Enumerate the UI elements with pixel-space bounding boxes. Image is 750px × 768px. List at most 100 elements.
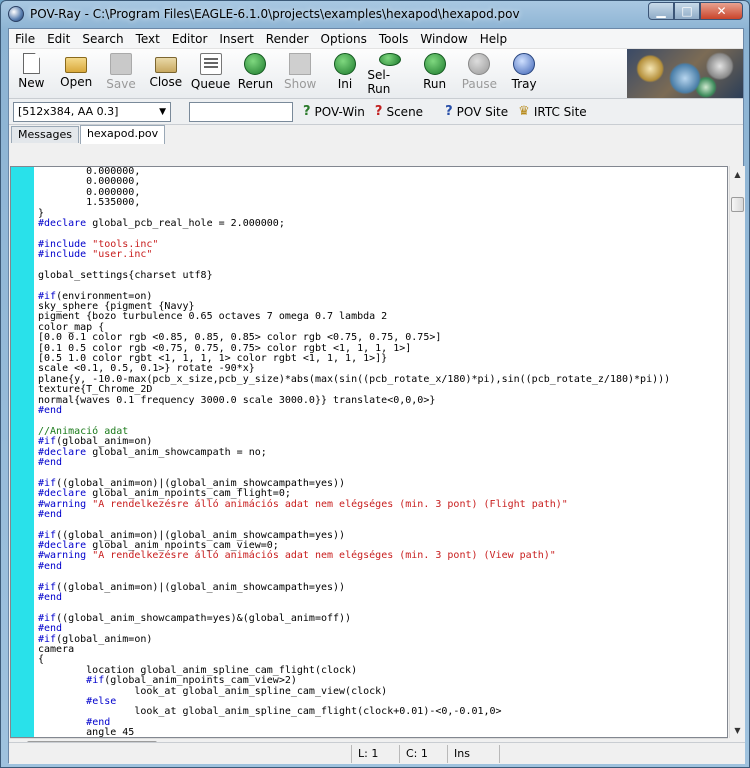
help-question-icon: ? <box>303 104 311 119</box>
menu-tools[interactable]: Tools <box>373 29 415 49</box>
title-bar[interactable]: POV-Ray - C:\Program Files\EAGLE-6.1.0\p… <box>1 1 749 27</box>
menu-edit[interactable]: Edit <box>41 29 76 49</box>
ini-run-icon <box>333 53 356 75</box>
pov-site-button[interactable]: ? POV Site <box>445 104 508 119</box>
trophy-icon: ♛ <box>518 104 530 119</box>
show-button[interactable]: Show <box>278 52 323 96</box>
code-line: #end <box>86 716 111 728</box>
code-line: look_at global_anim_spline_cam_flight(cl… <box>38 706 502 718</box>
client-area: File Edit Search Text Editor Insert Rend… <box>8 28 745 764</box>
new-file-icon <box>22 53 40 74</box>
window-title: POV-Ray - C:\Program Files\EAGLE-6.1.0\p… <box>30 7 520 21</box>
menu-text[interactable]: Text <box>130 29 166 49</box>
save-button[interactable]: Save <box>99 52 144 96</box>
close-window-button[interactable]: ✕ <box>700 2 743 20</box>
rerun-button[interactable]: Rerun <box>233 52 278 96</box>
code-line: global_settings{charset utf8} <box>38 269 213 281</box>
code-line: #if(global_anim=on) <box>38 436 153 448</box>
menu-render[interactable]: Render <box>260 29 315 49</box>
code-line: #if(global_anim=on) <box>38 633 153 645</box>
secondary-toolbar: [512x384, AA 0.3] ▼ ? POV-Win ? Scene ? POV… <box>9 99 743 125</box>
render-preset-select[interactable]: [512x384, AA 0.3] ▼ <box>13 101 171 122</box>
close-folder-icon <box>154 57 177 73</box>
editor-gutter <box>11 167 34 737</box>
sel-run-icon <box>378 53 401 66</box>
code-line: #declare global_anim_showcampath = no; <box>38 446 267 458</box>
code-line: #declare global_pcb_real_hole = 2.000000… <box>38 217 285 229</box>
status-line: L: 1 <box>351 744 399 763</box>
menu-options[interactable]: Options <box>315 29 373 49</box>
help-question-icon: ? <box>374 104 383 119</box>
code-text-area[interactable]: 0.000000, 0.000000, 0.000000, 1.535000,}… <box>38 167 727 737</box>
menu-help[interactable]: Help <box>474 29 513 49</box>
code-line: #warning "A rendelkezésre álló animációs… <box>38 550 556 562</box>
ini-button[interactable]: Ini <box>323 52 368 96</box>
code-line: #if(global_anim_npoints_cam_view>2) <box>86 675 297 687</box>
status-column: C: 1 <box>399 744 447 763</box>
menu-file[interactable]: File <box>9 29 41 49</box>
code-line: pigment {bozo turbulence 0.65 octaves 7 … <box>38 311 388 323</box>
pause-button[interactable]: Pause <box>457 52 502 96</box>
code-line: angle 45 <box>38 727 135 737</box>
status-message <box>9 745 351 763</box>
code-line: #end <box>38 404 63 416</box>
menu-editor[interactable]: Editor <box>166 29 214 49</box>
povray-banner-image <box>627 49 743 98</box>
editor-tabs: Messages hexapod.pov <box>9 125 743 144</box>
code-line: normal{waves 0.1 frequency 3000.0 scale … <box>38 394 436 406</box>
show-icon <box>289 53 312 75</box>
main-toolbar: New Open Save Close Queue Rerun Show Ini… <box>9 49 743 99</box>
menu-insert[interactable]: Insert <box>213 29 259 49</box>
povwin-help-button[interactable]: ? POV-Win <box>303 104 365 119</box>
status-insert-mode: Ins <box>447 744 499 763</box>
code-line: #end <box>38 508 63 520</box>
queue-button[interactable]: Queue <box>188 52 233 96</box>
status-extra <box>499 744 745 763</box>
minimize-button[interactable]: ▁ <box>648 2 674 20</box>
new-button[interactable]: New <box>9 52 54 96</box>
menu-bar: File Edit Search Text Editor Insert Rend… <box>9 29 743 49</box>
povray-app-icon[interactable] <box>8 6 24 22</box>
tab-hexapod-pov[interactable]: hexapod.pov <box>79 125 166 144</box>
maximize-button[interactable]: □ <box>674 2 700 20</box>
run-icon <box>423 53 446 75</box>
tray-icon <box>513 53 536 75</box>
run-button[interactable]: Run <box>412 52 457 96</box>
queue-list-icon <box>199 53 222 75</box>
scroll-down-icon[interactable]: ▼ <box>730 722 745 738</box>
code-line: #end <box>38 560 63 572</box>
code-line: 0.000000, <box>38 176 141 188</box>
vertical-scrollbar[interactable]: ▲ ▼ <box>729 166 745 738</box>
code-line: 1.535000, <box>38 197 141 209</box>
code-line: #include "user.inc" <box>38 249 153 261</box>
status-bar: L: 1 C: 1 Ins <box>9 742 745 764</box>
code-line: #if((global_anim=on)|(global_anim_showca… <box>38 581 346 593</box>
code-line: camera <box>38 643 75 655</box>
menu-window[interactable]: Window <box>414 29 473 49</box>
open-button[interactable]: Open <box>54 52 99 96</box>
tray-button[interactable]: Tray <box>502 52 547 96</box>
code-line: #warning "A rendelkezésre álló animációs… <box>38 498 568 510</box>
command-line-input[interactable] <box>189 101 293 122</box>
irtc-site-button[interactable]: ♛ IRTC Site <box>518 104 587 119</box>
code-line: #end <box>38 592 63 604</box>
scroll-up-icon[interactable]: ▲ <box>730 166 745 182</box>
tab-messages[interactable]: Messages <box>11 126 79 143</box>
menu-search[interactable]: Search <box>76 29 129 49</box>
code-line: look_at global_anim_spline_cam_view(cloc… <box>38 685 388 697</box>
save-icon <box>109 53 132 75</box>
code-line: #if((global_anim_showcampath=yes)&(globa… <box>38 612 352 624</box>
code-line: 0.000000, <box>38 167 141 177</box>
chevron-down-icon: ▼ <box>159 106 166 117</box>
code-editor[interactable]: 0.000000, 0.000000, 0.000000, 1.535000,}… <box>10 166 728 738</box>
close-file-button[interactable]: Close <box>143 52 188 96</box>
rerun-icon <box>244 53 267 75</box>
scene-help-button[interactable]: ? Scene <box>375 104 423 119</box>
window-controls: ▁ □ ✕ <box>648 2 743 20</box>
vertical-scroll-thumb[interactable] <box>731 197 744 212</box>
pause-icon <box>468 53 491 75</box>
sel-run-button[interactable]: Sel-Run <box>367 52 412 96</box>
code-line: 0.000000, <box>38 186 141 198</box>
povray-window: POV-Ray - C:\Program Files\EAGLE-6.1.0\p… <box>0 0 750 768</box>
